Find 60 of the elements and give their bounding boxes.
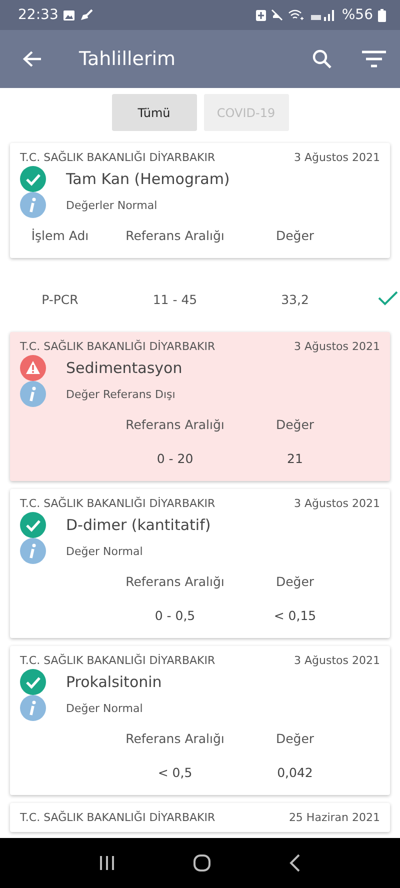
table-cell: 33,2 xyxy=(281,292,309,306)
table-cell: < 0,15 xyxy=(274,608,316,622)
wifi-icon xyxy=(288,9,306,21)
column-header: Değer xyxy=(276,730,314,746)
signal-icon xyxy=(310,9,337,21)
institution-name: T.C. SAĞLIK BAKANLIĞI DİYARBAKIR xyxy=(20,340,216,352)
institution-name: T.C. SAĞLIK BAKANLIĞI DİYARBAKIR xyxy=(20,810,216,824)
back-arrow-icon[interactable] xyxy=(20,48,44,70)
result-date: 3 Ağustos 2021 xyxy=(294,150,380,164)
filter-icon[interactable] xyxy=(360,48,388,70)
table-cell: 11 - 45 xyxy=(152,292,198,306)
info-icon xyxy=(20,381,46,407)
result-card[interactable]: T.C. SAĞLIK BAKANLIĞI DİYARBAKIR 3 Ağustos 2021 Sedimentasyon Değer Referans Dışı Referans Aralığı Değer 0 - 20 21 xyxy=(10,332,390,481)
test-name: Sedimentasyon xyxy=(66,359,182,377)
result-card[interactable]: T.C. SAĞLIK BAKANLIĞI DİYARBAKIR 3 Ağustos 2021 Prokalsitonin Değer Normal Referans Aralığı Değer < 0,5 0,042 xyxy=(10,646,390,795)
column-header: İşlem Adı xyxy=(31,228,89,242)
filter-tab[interactable]: Tümü xyxy=(112,94,196,131)
result-note: Değer Normal xyxy=(66,544,143,558)
table-cell: 0 - 0,5 xyxy=(154,608,196,622)
battery-percent: %56 xyxy=(342,7,373,23)
info-icon xyxy=(20,695,46,721)
screen-title: Tahlillerim xyxy=(79,48,176,70)
home-icon[interactable] xyxy=(193,854,211,872)
clock-time: 22:33 xyxy=(18,7,58,23)
column-header: Referans Aralığı xyxy=(126,416,224,432)
column-header: Değer xyxy=(276,228,314,242)
battery-saver-icon xyxy=(256,9,266,21)
institution-name: T.C. SAĞLIK BAKANLIĞI DİYARBAKIR xyxy=(20,150,216,164)
result-date: 25 Haziran 2021 xyxy=(288,810,380,824)
back-icon[interactable] xyxy=(289,854,301,872)
column-header: Referans Aralığı xyxy=(126,730,224,746)
institution-name: T.C. SAĞLIK BAKANLIĞI DİYARBAKIR xyxy=(20,654,216,666)
table-cell: 21 xyxy=(287,450,303,466)
institution-name: T.C. SAĞLIK BAKANLIĞI DİYARBAKIR xyxy=(20,496,216,510)
result-date: 3 Ağustos 2021 xyxy=(294,496,380,510)
column-header: Referans Aralığı xyxy=(126,228,224,242)
info-icon xyxy=(20,192,46,218)
result-note: Değer Referans Dışı xyxy=(66,388,176,400)
column-header: Referans Aralığı xyxy=(126,574,224,588)
result-card[interactable]: T.C. SAĞLIK BAKANLIĞI DİYARBAKIR 3 Ağustos 2021 Tam Kan (Hemogram) Değerler Normal İşlem Adı Referans Aralığı Değer xyxy=(10,143,390,258)
result-date: 3 Ağustos 2021 xyxy=(294,340,380,352)
table-cell: 0,042 xyxy=(277,764,313,780)
table-cell: < 0,5 xyxy=(158,764,192,780)
column-header: Değer xyxy=(276,416,314,432)
info-icon xyxy=(20,538,46,564)
battery-icon xyxy=(378,8,386,22)
result-card[interactable]: T.C. SAĞLIK BAKANLIĞI DİYARBAKIR 3 Ağustos 2021 D-dimer (kantitatif) Değer Normal Referans Aralığı Değer 0 - 0,5 < 0,15 xyxy=(10,489,390,638)
table-cell: 0 - 20 xyxy=(156,450,194,466)
image-icon xyxy=(63,10,76,20)
result-note: Değer Normal xyxy=(66,702,143,714)
result-card[interactable]: T.C. SAĞLIK BAKANLIĞI DİYARBAKIR 25 Haziran 2021 xyxy=(10,803,390,832)
table-cell: P-PCR xyxy=(42,292,78,306)
recent-apps-icon[interactable] xyxy=(99,855,115,871)
search-icon[interactable] xyxy=(310,47,334,71)
test-name: Tam Kan (Hemogram) xyxy=(66,170,230,188)
column-header: Değer xyxy=(276,574,314,588)
test-name: Prokalsitonin xyxy=(66,673,162,691)
result-date: 3 Ağustos 2021 xyxy=(294,654,380,666)
result-note: Değerler Normal xyxy=(66,198,158,212)
test-name: D-dimer (kantitatif) xyxy=(66,516,211,534)
